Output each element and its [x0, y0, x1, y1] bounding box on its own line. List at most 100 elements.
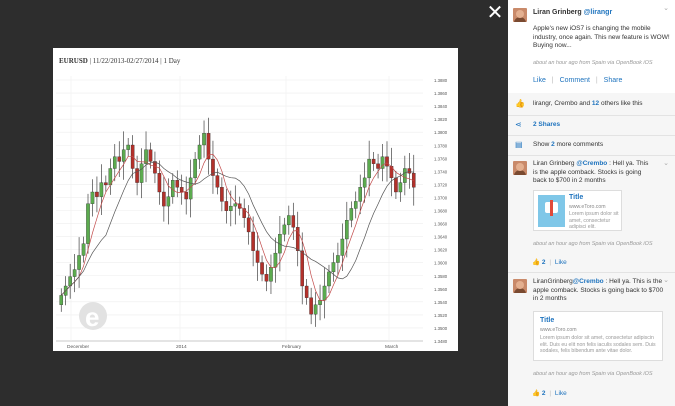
candle-body [273, 252, 278, 268]
close-icon[interactable]: ✕ [486, 3, 504, 23]
candle-body [394, 177, 398, 193]
candle-body [166, 196, 171, 207]
thumbs-up-icon: 👍 [515, 99, 525, 108]
avatar[interactable] [513, 161, 527, 175]
candle-body [193, 158, 197, 179]
more-comments-link[interactable]: Show 2 more comments [533, 141, 603, 148]
comment-like-group[interactable]: 👍 2 | Like [532, 389, 567, 397]
link-preview-card[interactable]: Title www.eToro.com Lorem ipsum dolor si… [533, 190, 622, 231]
chevron-down-icon[interactable]: ⌄ [663, 4, 669, 12]
candle-body [331, 262, 336, 273]
y-tick-label: 1.3760 [434, 156, 448, 161]
candle-body [362, 177, 367, 188]
likes-suffix: others like this [600, 100, 643, 107]
like-button[interactable]: Like [533, 77, 546, 84]
y-tick-label: 1.3720 [434, 182, 448, 187]
post-handle[interactable]: @lirangr [584, 9, 613, 16]
y-tick-label: 1.3620 [434, 248, 448, 253]
chart-interval: 1 Day [163, 57, 181, 65]
y-tick-label: 1.3880 [434, 78, 448, 83]
card-url: www.eToro.com [540, 327, 577, 333]
candle-body [81, 243, 86, 256]
shares-link[interactable]: 2 Shares [533, 121, 560, 128]
candle-body [340, 238, 345, 256]
y-tick-label: 1.3500 [434, 326, 448, 331]
comment-like-button[interactable]: Like [555, 259, 567, 266]
candle-body [121, 149, 126, 162]
more-comments-row: ▤ Show 2 more comments [508, 136, 675, 155]
candle-body [86, 203, 90, 244]
comment-handle[interactable]: @Crembo [576, 160, 607, 167]
post-header: Liran Grinberg @lirangr [533, 9, 612, 16]
candle-body [153, 161, 157, 174]
card-thumbnail [538, 195, 565, 227]
candle-body [260, 262, 264, 275]
share-button[interactable]: Share [604, 77, 623, 84]
comment-like-count: 2 [541, 259, 546, 266]
candle-body [304, 285, 309, 298]
y-tick-label: 1.3540 [434, 300, 448, 305]
comment-icon: ▤ [515, 140, 523, 149]
candle-body [162, 191, 166, 207]
comment-item: ⌄ Liran Grinberg @Crembo : Hell ya. This… [508, 156, 675, 272]
y-tick-label: 1.3820 [434, 117, 448, 122]
x-tick-label: March [385, 344, 399, 350]
candle-body [407, 168, 412, 174]
avatar[interactable] [513, 279, 527, 293]
chart-title: EURUSD | 11/22/2013-02/27/2014 | 1 Day [59, 57, 180, 65]
post-meta: about an hour ago from Spain via OpenBoo… [533, 60, 653, 66]
likes-count[interactable]: 12 [592, 100, 599, 107]
ribbon-icon [550, 200, 553, 216]
moving-average-long [60, 161, 414, 296]
candle-body [403, 168, 407, 183]
candle-body [157, 173, 162, 193]
candle-body [90, 191, 95, 204]
more-prefix: Show [533, 141, 550, 148]
candle-body [371, 158, 376, 164]
comment-button[interactable]: Comment [560, 77, 590, 84]
y-tick-label: 1.3660 [434, 222, 448, 227]
likes-prefix: lirangr, Crembo and [533, 100, 591, 107]
x-tick-label: 2014 [176, 344, 187, 350]
likes-row: 👍 lirangr, Crembo and 12 others like thi… [508, 93, 675, 115]
y-tick-label: 1.3840 [434, 104, 448, 109]
post-text: Apple's new iOS7 is changing the mobile … [533, 25, 670, 49]
card-url: www.eToro.com [569, 204, 606, 210]
comment-like-group[interactable]: 👍 2 | Like [532, 258, 567, 266]
comment-handle[interactable]: @Crembo [573, 278, 604, 285]
candle-body [327, 271, 331, 287]
candle-body [269, 267, 273, 282]
candle-body [251, 231, 255, 251]
candle-body [126, 144, 130, 150]
comment-like-button[interactable]: Like [555, 390, 567, 397]
photo-viewer: ✕ 1.3880 1.3860 1.3840 1.3820 1.3800 1.3780 1.… [0, 0, 508, 406]
y-tick-label: 1.3740 [434, 169, 448, 174]
candle-body [367, 158, 371, 179]
likes-summary[interactable]: lirangr, Crembo and 12 others like this [533, 100, 643, 107]
candle-body [215, 175, 220, 188]
candle-body [72, 269, 77, 277]
post-author[interactable]: Liran Grinberg [533, 9, 582, 16]
chevron-down-icon[interactable]: ⌄ [663, 159, 669, 167]
more-suffix: more comments [556, 141, 604, 148]
comment-meta: about an hour ago from Spain via OpenBoo… [533, 241, 653, 247]
candle-body [313, 304, 318, 315]
candle-body [282, 224, 287, 235]
candle-body [148, 149, 153, 162]
candle-body [353, 201, 358, 209]
link-preview-card[interactable]: Title www.eToro.com Lorem ipsum dolor si… [533, 311, 663, 361]
comment-author[interactable]: Liran Grinberg [533, 160, 575, 167]
share-icon: ⋖ [515, 120, 522, 129]
avatar[interactable] [513, 8, 527, 22]
comment-author[interactable]: LiranGrinberg [533, 278, 573, 285]
more-count: 2 [551, 141, 555, 148]
candle-body [246, 217, 251, 233]
candle-body [95, 191, 99, 197]
candle-body [179, 187, 184, 193]
candle-body [175, 180, 180, 188]
candle-body [117, 156, 122, 162]
candle-body [264, 274, 269, 282]
x-tick-label: February [282, 344, 302, 350]
y-tick-label: 1.3700 [434, 195, 448, 200]
candle-body [59, 295, 64, 305]
